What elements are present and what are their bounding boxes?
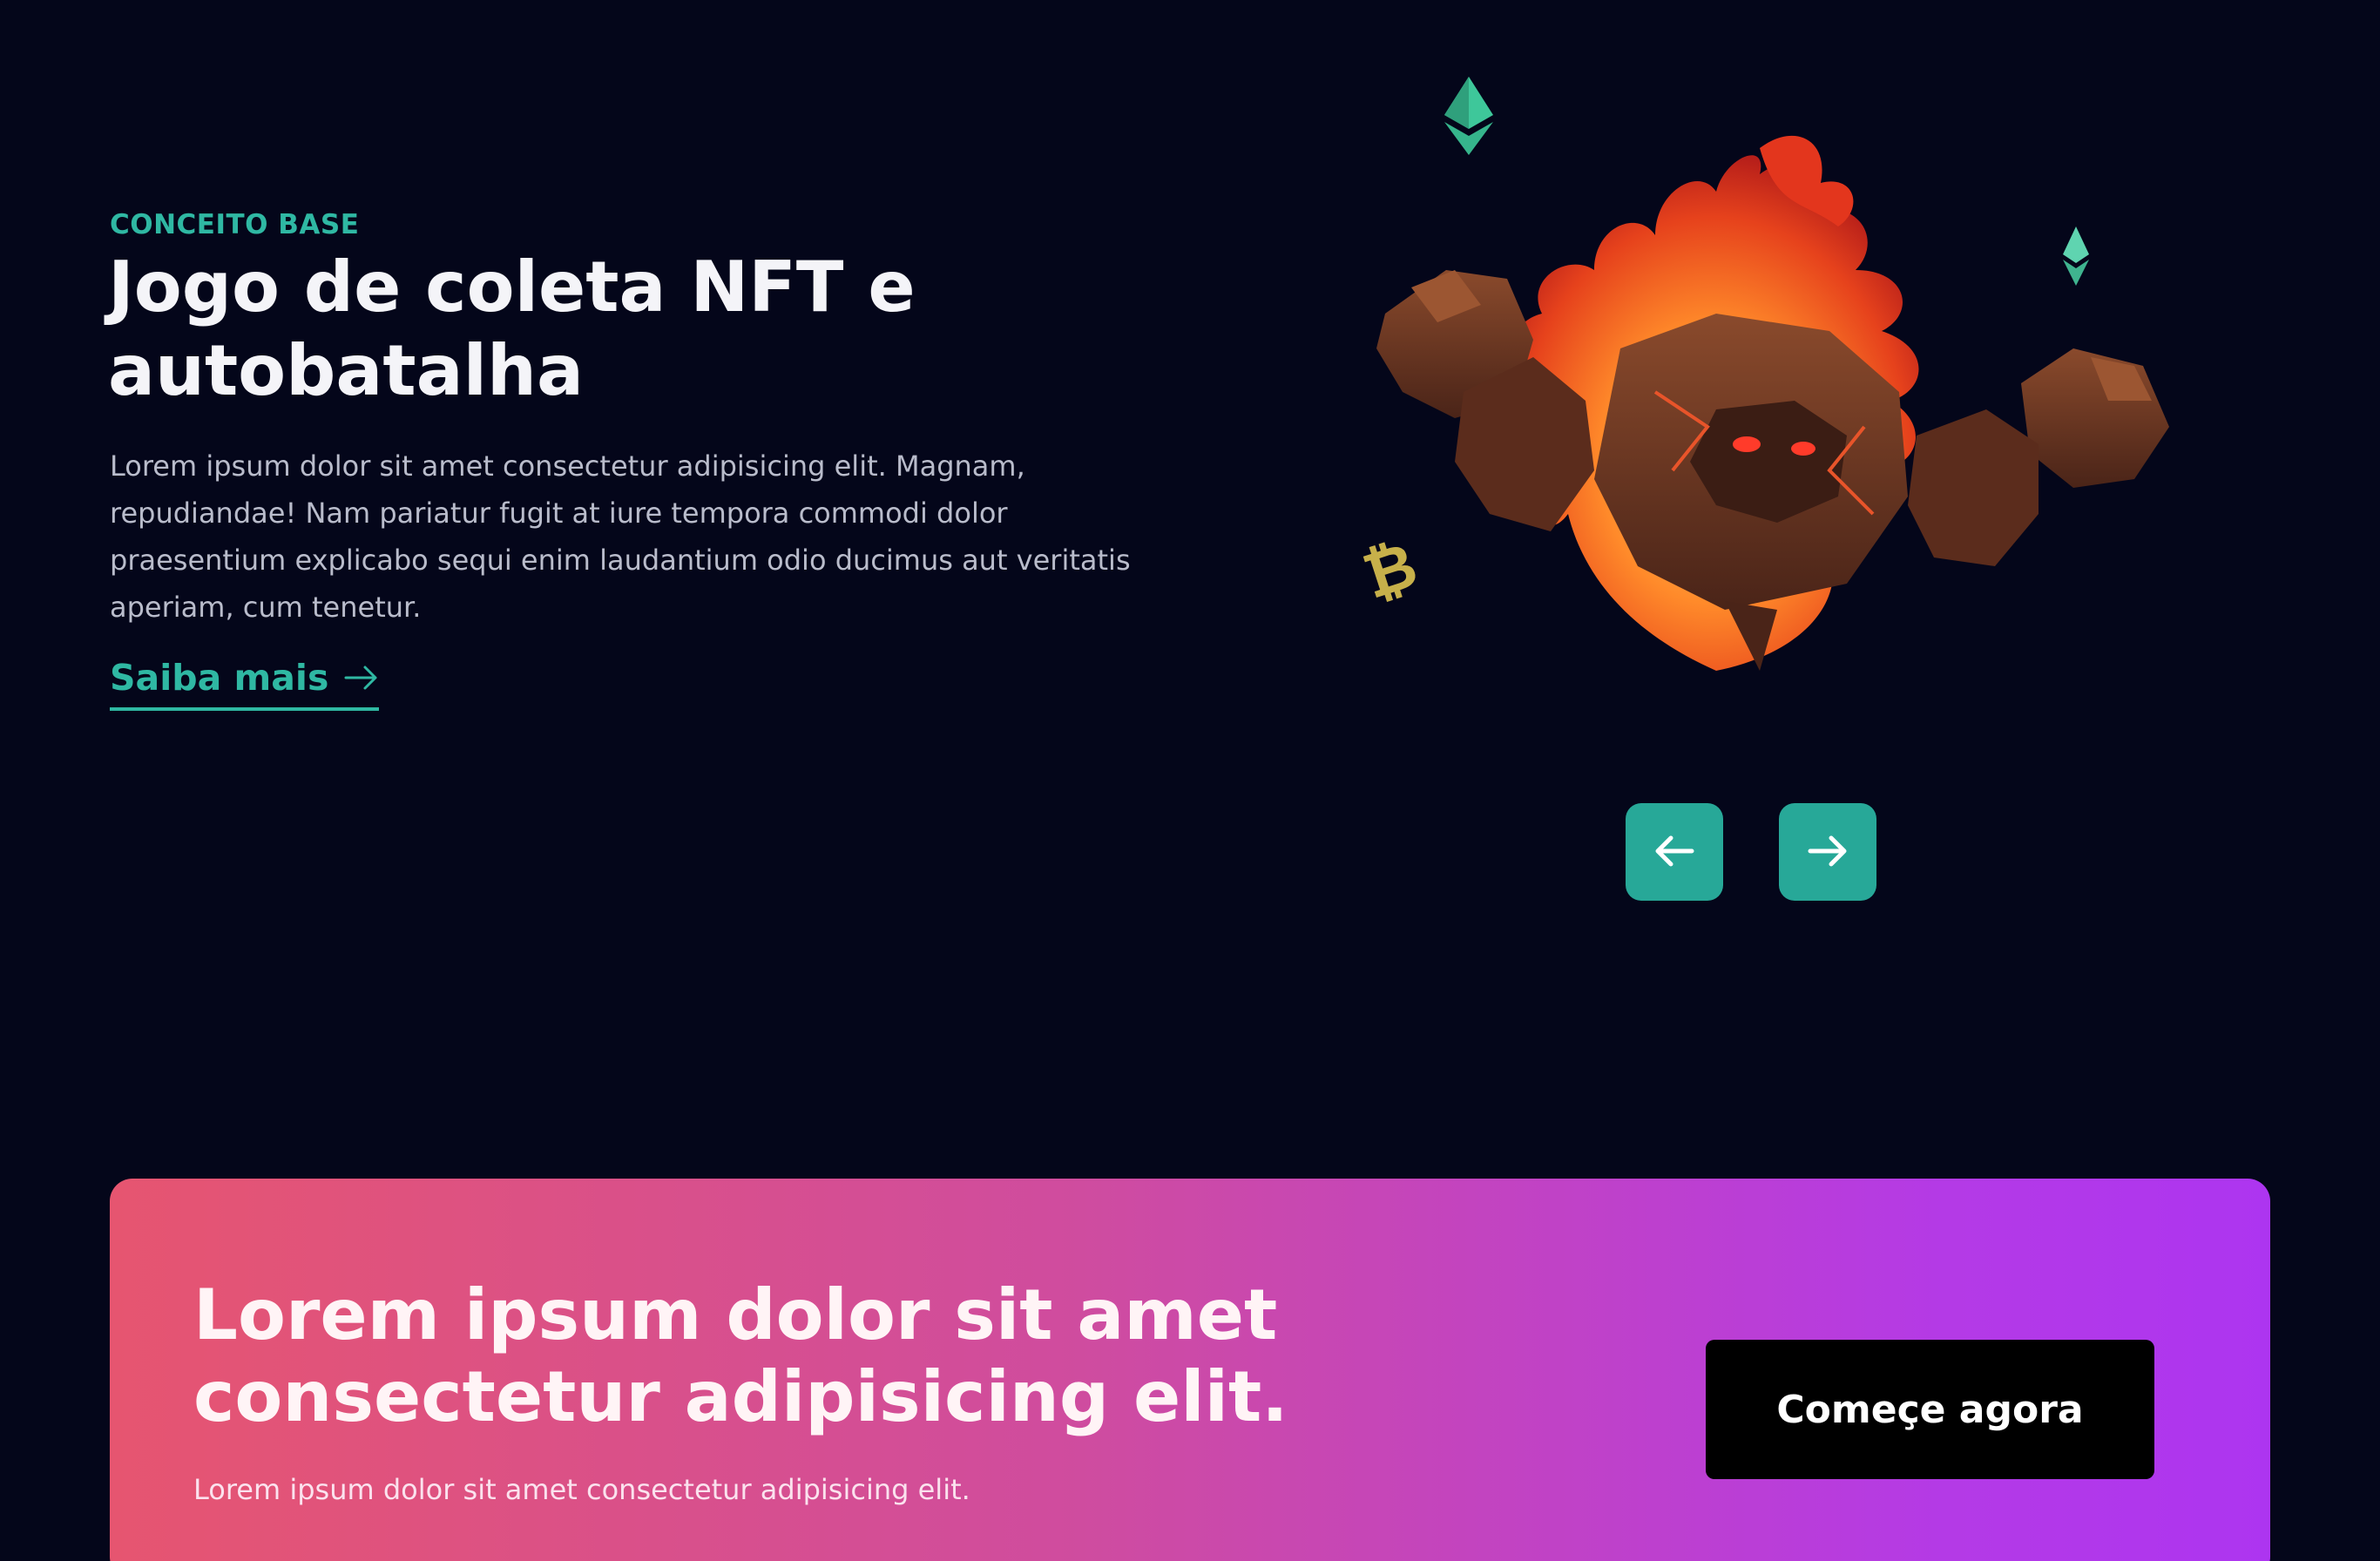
slider-prev-button[interactable]: [1626, 803, 1723, 901]
arrow-right-icon: [344, 664, 379, 692]
start-now-button[interactable]: Começe agora: [1706, 1340, 2154, 1479]
slider-next-button[interactable]: [1779, 803, 1876, 901]
cta-title: Lorem ipsum dolor sit amet consectetur a…: [193, 1274, 1288, 1437]
ethereum-icon: [1444, 77, 1493, 155]
hero-title: Jogo de coleta NFT e autobatalha: [108, 247, 916, 411]
bitcoin-icon: ₿: [1355, 528, 1426, 613]
golem-right-arm: [1908, 348, 2169, 566]
cta-banner: Lorem ipsum dolor sit amet consectetur a…: [110, 1179, 2270, 1561]
arrow-left-icon: [1653, 834, 1695, 871]
hero-illustration: ₿: [1307, 61, 2230, 723]
page: CONCEITO BASE Jogo de coleta NFT e autob…: [0, 0, 2380, 1561]
hero-description: Lorem ipsum dolor sit amet consectetur a…: [110, 449, 1131, 624]
svg-text:₿: ₿: [1355, 528, 1426, 613]
section-eyebrow: CONCEITO BASE: [110, 209, 360, 240]
cta-subtitle: Lorem ipsum dolor sit amet consectetur a…: [193, 1473, 970, 1506]
arrow-right-icon: [1807, 834, 1849, 871]
learn-more-link[interactable]: Saiba mais: [110, 657, 380, 711]
learn-more-label: Saiba mais: [110, 657, 329, 699]
ethereum-icon: [2063, 226, 2089, 286]
